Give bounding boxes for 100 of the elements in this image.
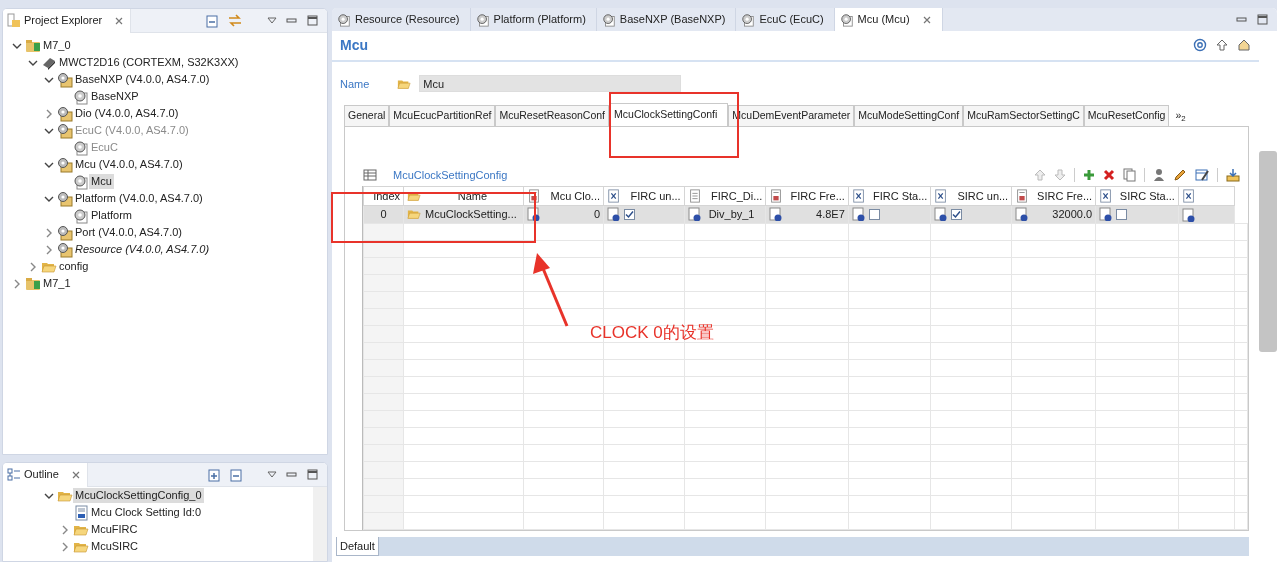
section-tab[interactable]: McuClockSettingConfi bbox=[609, 103, 729, 126]
number-document-icon bbox=[1015, 189, 1030, 203]
default-value-icon bbox=[1181, 208, 1195, 223]
tree-item[interactable]: Mcu bbox=[89, 174, 114, 189]
tree-item[interactable]: config bbox=[57, 259, 91, 274]
up-arrow-icon[interactable] bbox=[1215, 38, 1229, 53]
gear-document-icon bbox=[337, 12, 351, 27]
default-value-icon bbox=[851, 207, 865, 222]
tree-item[interactable]: Mcu Clock Setting Id:0 bbox=[89, 505, 204, 520]
table-cell-text: McuClockSetting... bbox=[425, 207, 517, 222]
tree-item[interactable]: McuFIRC bbox=[89, 522, 140, 537]
tree-item[interactable]: Dio (V4.0.0, AS4.7.0) bbox=[73, 106, 181, 121]
default-value-icon bbox=[607, 207, 621, 222]
edit-table-icon[interactable] bbox=[1195, 168, 1209, 182]
tree-item[interactable]: BaseNXP (V4.0.0, AS4.7.0) bbox=[73, 72, 212, 87]
tree-item[interactable]: M7_1 bbox=[41, 276, 73, 291]
annotation-text: CLOCK 0的设置 bbox=[590, 322, 714, 344]
home-icon[interactable] bbox=[1237, 38, 1251, 53]
column-header[interactable]: Mcu Clo... bbox=[523, 186, 604, 206]
add-icon[interactable] bbox=[1083, 169, 1095, 181]
column-header[interactable]: FIRC Fre... bbox=[765, 186, 849, 206]
project-icon bbox=[25, 37, 41, 54]
calculated-value-icon bbox=[769, 207, 783, 222]
checkbox[interactable] bbox=[624, 208, 636, 220]
close-icon[interactable] bbox=[921, 14, 932, 25]
column-header[interactable]: FIRC Sta... bbox=[848, 186, 931, 206]
checkbox[interactable] bbox=[951, 208, 963, 220]
maximize-icon[interactable] bbox=[1256, 13, 1269, 26]
view-menu-icon[interactable] bbox=[267, 16, 277, 25]
section-tab[interactable]: McuResetReasonConf bbox=[495, 105, 610, 126]
collapse-all-icon[interactable] bbox=[229, 467, 243, 482]
tree-item[interactable]: Mcu (V4.0.0, AS4.7.0) bbox=[73, 157, 185, 172]
link-arrows-icon[interactable] bbox=[227, 13, 243, 28]
table-cell-text: 4.8E7 bbox=[816, 207, 845, 222]
gear-icon bbox=[57, 71, 73, 88]
x-box-icon bbox=[934, 189, 949, 203]
tree-item[interactable]: MWCT2D16 (CORTEXM, S32K3XX) bbox=[57, 55, 241, 70]
gear-document-icon bbox=[73, 88, 89, 105]
x-box-icon bbox=[1099, 189, 1114, 203]
user-icon[interactable] bbox=[1153, 168, 1165, 182]
calculated-value-icon bbox=[526, 207, 540, 222]
scrollbar-track[interactable] bbox=[313, 487, 327, 561]
tree-item[interactable]: McuSIRC bbox=[89, 539, 141, 554]
editor-title: Mcu bbox=[340, 35, 368, 55]
column-header[interactable]: FIRC un... bbox=[603, 186, 685, 206]
import-icon[interactable] bbox=[1226, 168, 1240, 182]
tree-item[interactable]: Resource (V4.0.0, AS4.7.0) bbox=[73, 242, 212, 257]
tree-item[interactable]: Platform (V4.0.0, AS4.7.0) bbox=[73, 191, 205, 206]
name-field[interactable]: Mcu bbox=[419, 75, 682, 93]
delete-icon[interactable] bbox=[1103, 169, 1115, 181]
tree-item[interactable]: Port (V4.0.0, AS4.7.0) bbox=[73, 225, 184, 240]
maximize-icon[interactable] bbox=[306, 468, 319, 481]
checkbox[interactable] bbox=[1116, 208, 1128, 220]
number-document-icon bbox=[73, 504, 89, 521]
number-document-icon bbox=[526, 189, 541, 203]
tree-item[interactable]: Platform bbox=[89, 208, 134, 223]
close-icon[interactable] bbox=[70, 469, 81, 480]
gear-icon bbox=[57, 122, 73, 139]
scrollbar[interactable] bbox=[1259, 151, 1277, 352]
number-document-icon bbox=[769, 189, 784, 203]
field-label: Name bbox=[340, 76, 370, 92]
project-icon bbox=[25, 275, 41, 292]
section-tab[interactable]: General bbox=[344, 105, 390, 126]
maximize-icon[interactable] bbox=[306, 14, 319, 27]
tree-item[interactable]: M7_0 bbox=[41, 38, 73, 53]
table-icon bbox=[363, 168, 377, 182]
page-tab[interactable]: Default bbox=[336, 536, 379, 556]
outline-icon bbox=[7, 467, 21, 482]
gear-document-icon bbox=[741, 12, 756, 27]
x-box-icon bbox=[1181, 189, 1196, 203]
x-box-icon bbox=[607, 189, 622, 203]
gear-document-icon bbox=[475, 12, 490, 27]
section-tab[interactable]: McuEcucPartitionRef bbox=[389, 105, 496, 126]
section-tab[interactable]: McuResetConfig bbox=[1083, 105, 1170, 126]
copy-icon[interactable] bbox=[1123, 168, 1136, 182]
table-cell-text: Div_by_1 bbox=[708, 207, 755, 222]
x-box-icon bbox=[851, 189, 866, 203]
gear-icon bbox=[57, 105, 73, 122]
gear-document-icon bbox=[73, 139, 89, 156]
section-tab[interactable]: McuRamSectorSettingC bbox=[963, 105, 1084, 126]
gear-icon bbox=[57, 224, 73, 241]
calculated-value-icon bbox=[1015, 207, 1029, 222]
tree-item[interactable]: McuClockSettingConfig_0 bbox=[73, 488, 204, 503]
table-cell-text: 0 bbox=[593, 207, 601, 222]
column-header[interactable]: FIRC_Di... bbox=[684, 186, 766, 206]
column-header[interactable]: SIRC Sta... bbox=[1095, 186, 1179, 206]
view-menu-icon[interactable] bbox=[267, 470, 277, 479]
checkbox[interactable] bbox=[868, 208, 880, 220]
column-header[interactable]: SIRC Fre... bbox=[1011, 186, 1096, 206]
editor-tab[interactable]: Resource (Resource) bbox=[332, 8, 471, 31]
editor-tab[interactable]: Mcu (Mcu) bbox=[834, 8, 943, 31]
section-tab[interactable]: McuModeSettingConf bbox=[854, 105, 964, 126]
column-header[interactable]: SIRC un... bbox=[930, 186, 1012, 206]
document-icon bbox=[687, 189, 702, 203]
close-icon[interactable] bbox=[114, 15, 125, 26]
pencil-icon[interactable] bbox=[1173, 168, 1187, 182]
tree-item[interactable]: BaseNXP bbox=[89, 89, 141, 104]
gear-icon bbox=[57, 241, 73, 258]
collapse-all-icon[interactable] bbox=[205, 13, 219, 28]
expand-all-icon[interactable] bbox=[207, 467, 221, 482]
